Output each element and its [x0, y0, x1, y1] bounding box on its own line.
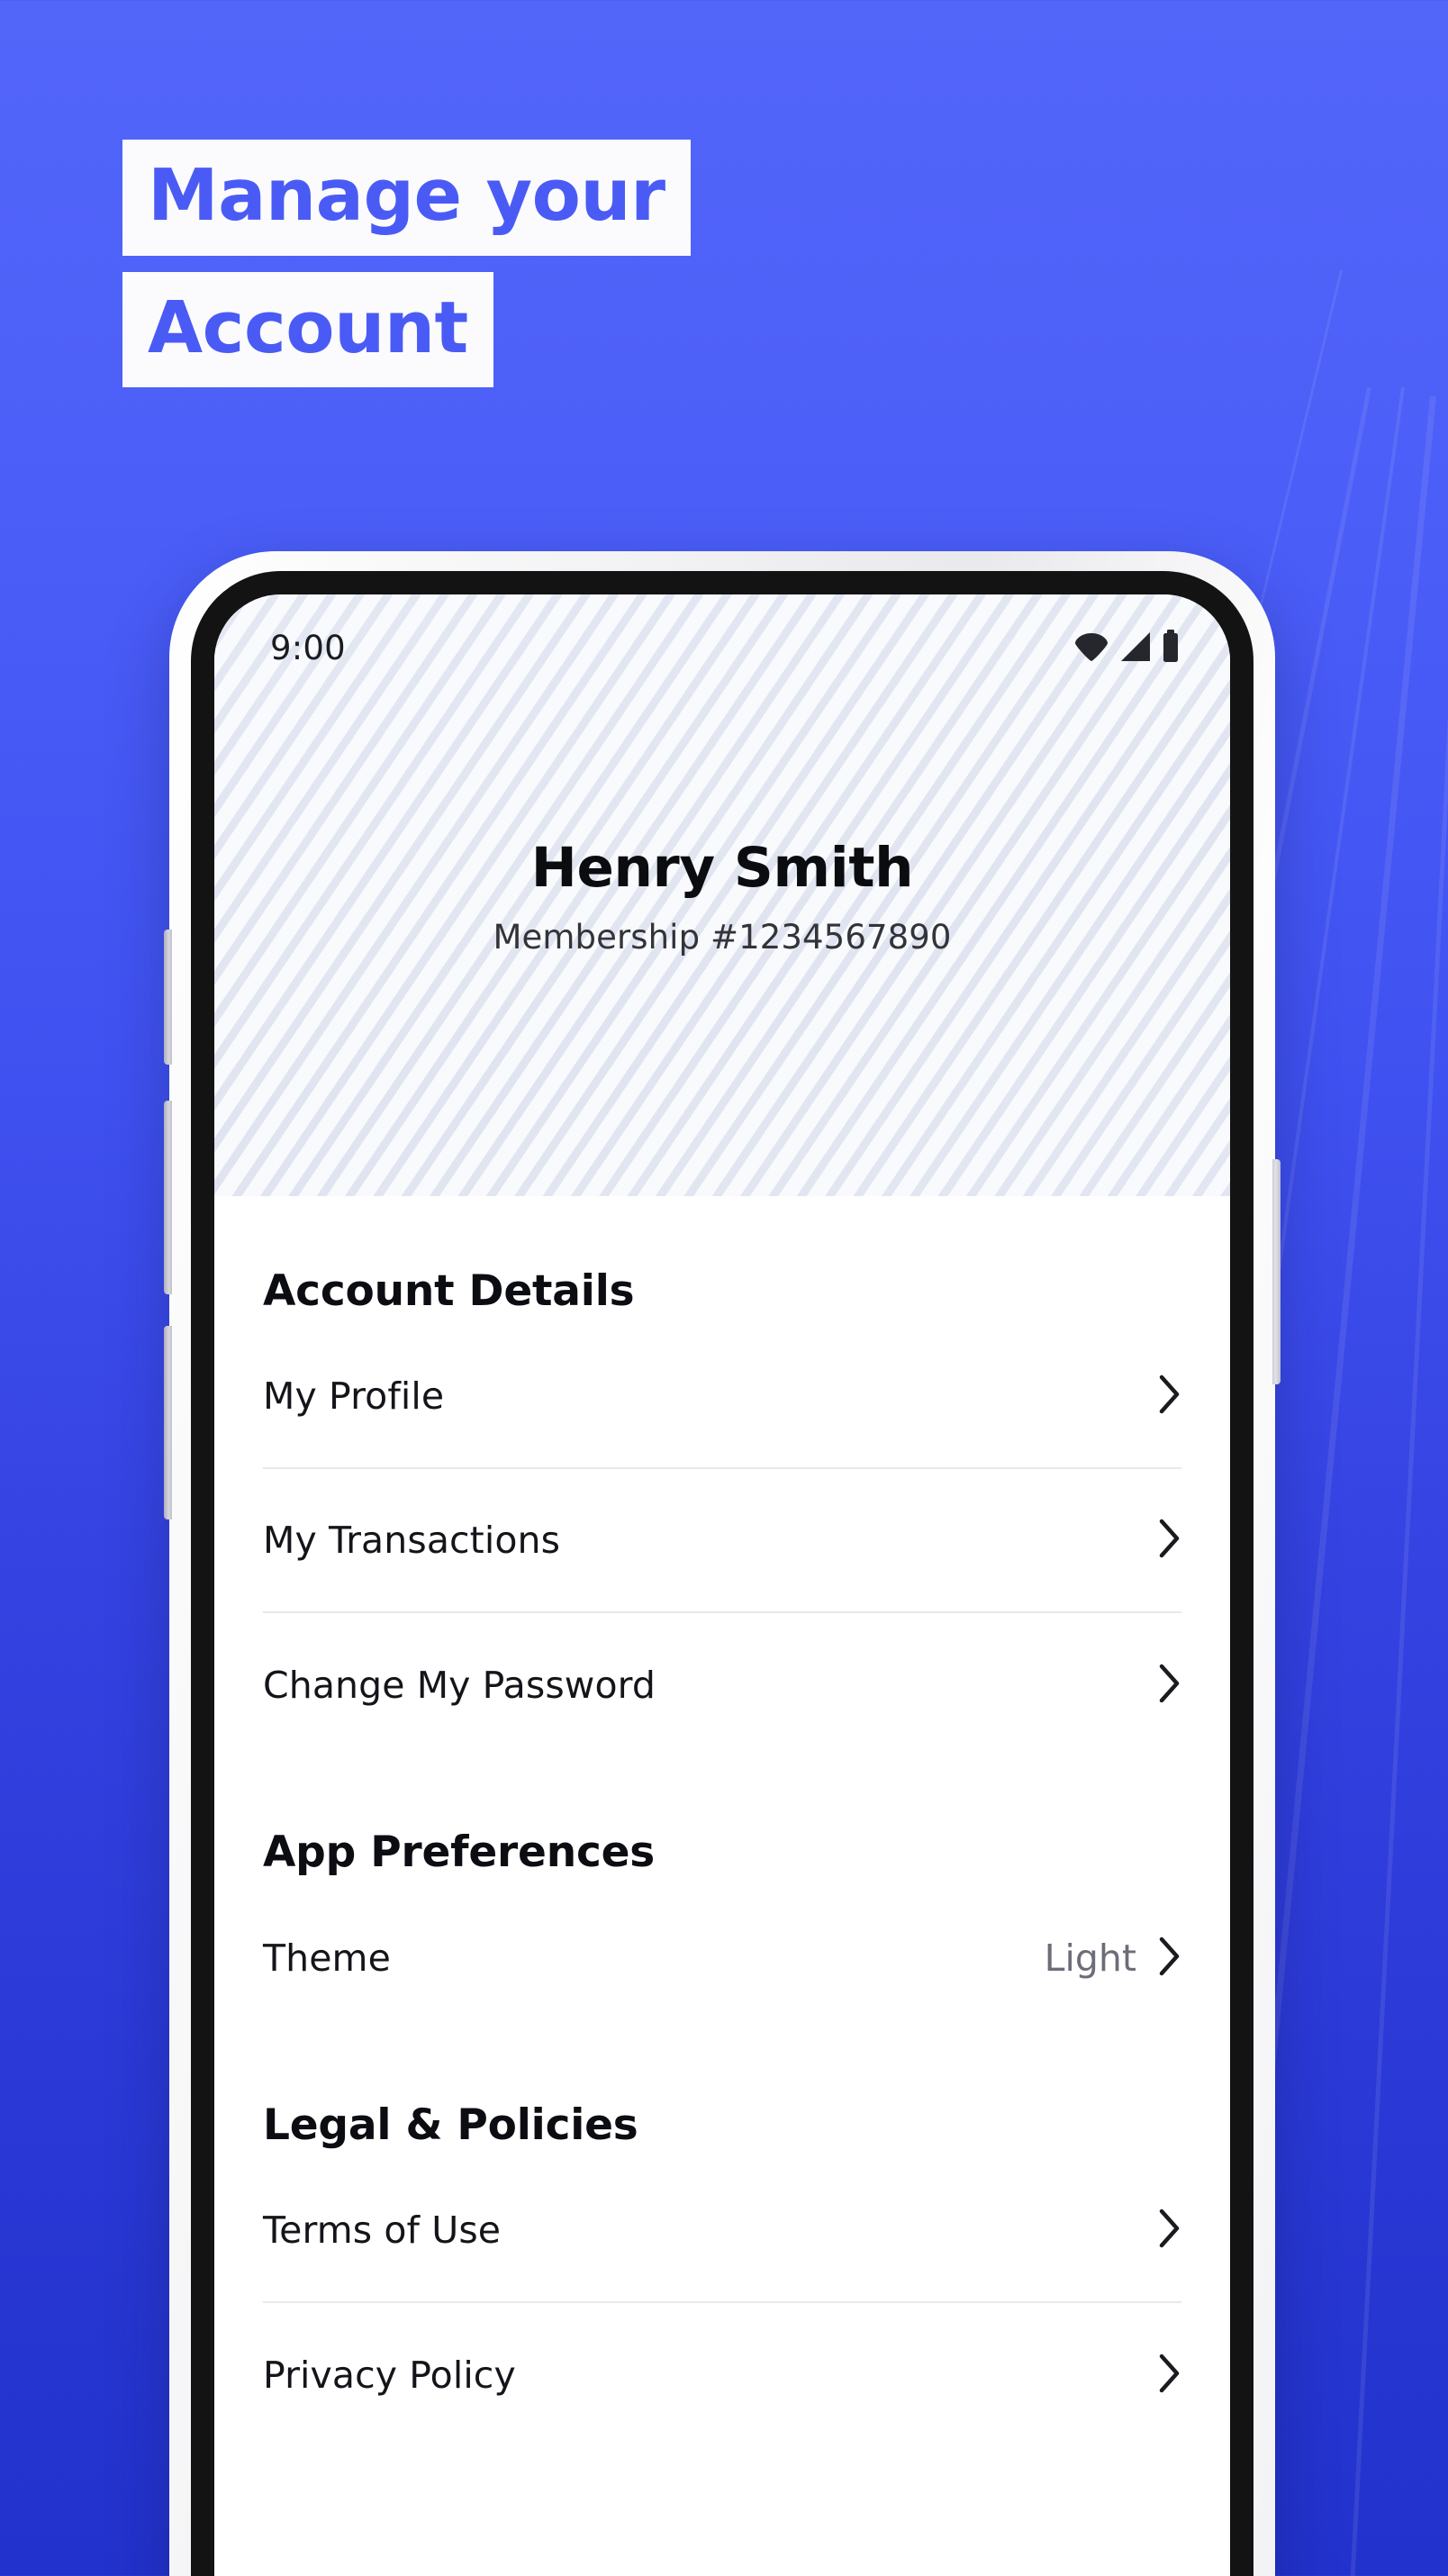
battery-icon	[1162, 629, 1180, 667]
chevron-right-icon	[1158, 2209, 1181, 2253]
chevron-right-icon	[1158, 1374, 1181, 1419]
phone-mockup: 9:00 Henry Smith Membership #1234567890 …	[164, 551, 1281, 2576]
profile-name: Henry Smith	[530, 836, 914, 900]
phone-side-button-volume-up[interactable]	[164, 1101, 172, 1294]
phone-screen: 9:00 Henry Smith Membership #1234567890 …	[214, 594, 1230, 2576]
promo-headline: Manage your Account	[122, 140, 691, 388]
theme-value: Light	[1044, 1937, 1136, 1980]
section-title-app-preferences: App Preferences	[263, 1828, 656, 1877]
list-item-accessory	[1158, 2354, 1181, 2398]
list-item-accessory: Light	[1045, 1937, 1181, 1981]
list-item-label: Theme	[263, 1937, 391, 1980]
list-item-accessory	[1158, 1374, 1181, 1419]
list-item-my-transactions[interactable]: My Transactions	[263, 1469, 1181, 1613]
list-item-theme[interactable]: Theme Light	[263, 1886, 1181, 2030]
list-item-label: My Profile	[263, 1374, 445, 1418]
list-item-change-my-password[interactable]: Change My Password	[263, 1613, 1181, 1757]
phone-side-button-volume-down[interactable]	[164, 1326, 172, 1519]
chevron-right-icon	[1158, 1664, 1181, 1708]
section-title-legal-policies: Legal & Policies	[263, 2100, 638, 2150]
headline-line-1: Manage your	[122, 140, 691, 256]
profile-block: Henry Smith Membership #1234567890	[214, 836, 1230, 957]
cellular-signal-icon	[1120, 631, 1151, 667]
chevron-right-icon	[1158, 2354, 1181, 2398]
list-item-label: Privacy Policy	[263, 2354, 516, 2397]
phone-power-button[interactable]	[1272, 1159, 1281, 1384]
list-item-label: Terms of Use	[263, 2209, 502, 2252]
wifi-icon	[1073, 631, 1109, 667]
list-item-accessory	[1158, 2209, 1181, 2253]
list-item-accessory	[1158, 1664, 1181, 1708]
list-item-privacy-policy[interactable]: Privacy Policy	[263, 2303, 1181, 2447]
list-item-label: My Transactions	[263, 1519, 561, 1562]
list-item-label: Change My Password	[263, 1664, 656, 1707]
settings-list: Account Details My Profile My Transactio…	[214, 1196, 1230, 2447]
status-bar: 9:00	[214, 594, 1230, 701]
phone-side-button-mute[interactable]	[164, 930, 172, 1065]
list-item-my-profile[interactable]: My Profile	[263, 1325, 1181, 1469]
list-item-accessory	[1158, 1519, 1181, 1563]
headline-line-2: Account	[122, 271, 493, 388]
chevron-right-icon	[1158, 1519, 1181, 1563]
account-header: 9:00 Henry Smith Membership #1234567890	[214, 594, 1230, 1196]
list-item-terms-of-use[interactable]: Terms of Use	[263, 2159, 1181, 2303]
status-bar-icons	[1073, 629, 1180, 667]
chevron-right-icon	[1158, 1937, 1181, 1981]
section-title-account-details: Account Details	[263, 1266, 635, 1316]
status-bar-time: 9:00	[270, 628, 346, 667]
profile-membership-number: Membership #1234567890	[493, 918, 952, 957]
